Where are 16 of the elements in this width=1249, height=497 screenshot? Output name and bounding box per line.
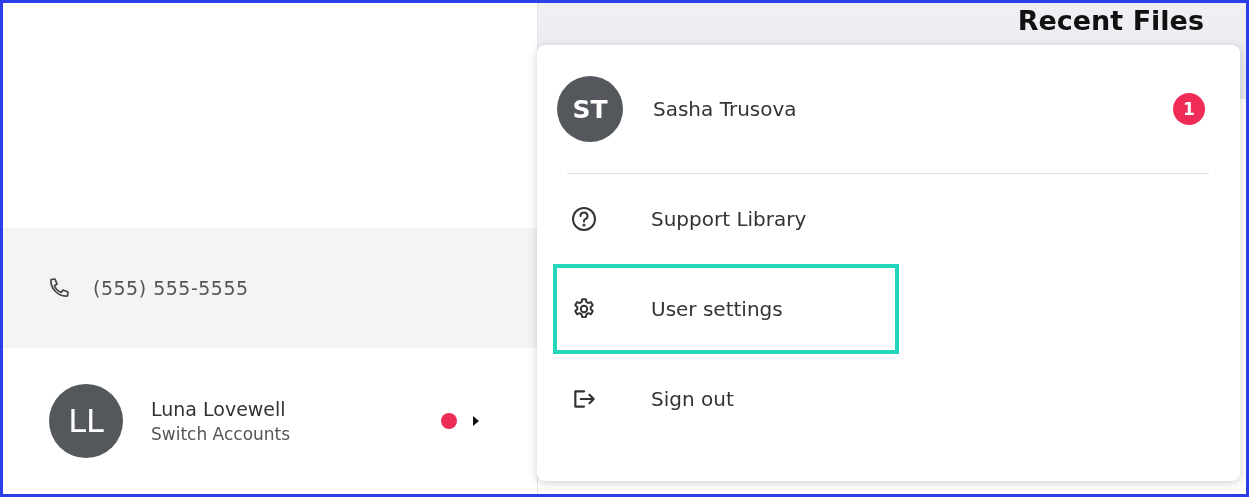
- page-title: Recent Files: [1017, 5, 1204, 36]
- account-name: Luna Lovewell: [151, 398, 287, 420]
- menu-item[interactable]: User settings: [553, 264, 899, 354]
- notification-badge: 1: [1173, 93, 1205, 125]
- avatar: ST: [557, 76, 623, 142]
- user-row[interactable]: ST Sasha Trusova 1: [557, 45, 1213, 173]
- switch-accounts-label: Switch Accounts: [151, 424, 292, 444]
- user-name: Sasha Trusova: [653, 97, 798, 121]
- phone-number: (555) 555-5555: [93, 277, 249, 299]
- phone-icon: [47, 276, 71, 300]
- caret-icon: [473, 416, 479, 426]
- help-icon: [571, 206, 597, 232]
- account-switcher[interactable]: LL Luna Lovewell Switch Accounts: [3, 348, 537, 494]
- avatar: LL: [49, 384, 123, 458]
- menu-item[interactable]: Sign out: [553, 354, 899, 444]
- menu-item[interactable]: Support Library: [553, 174, 899, 264]
